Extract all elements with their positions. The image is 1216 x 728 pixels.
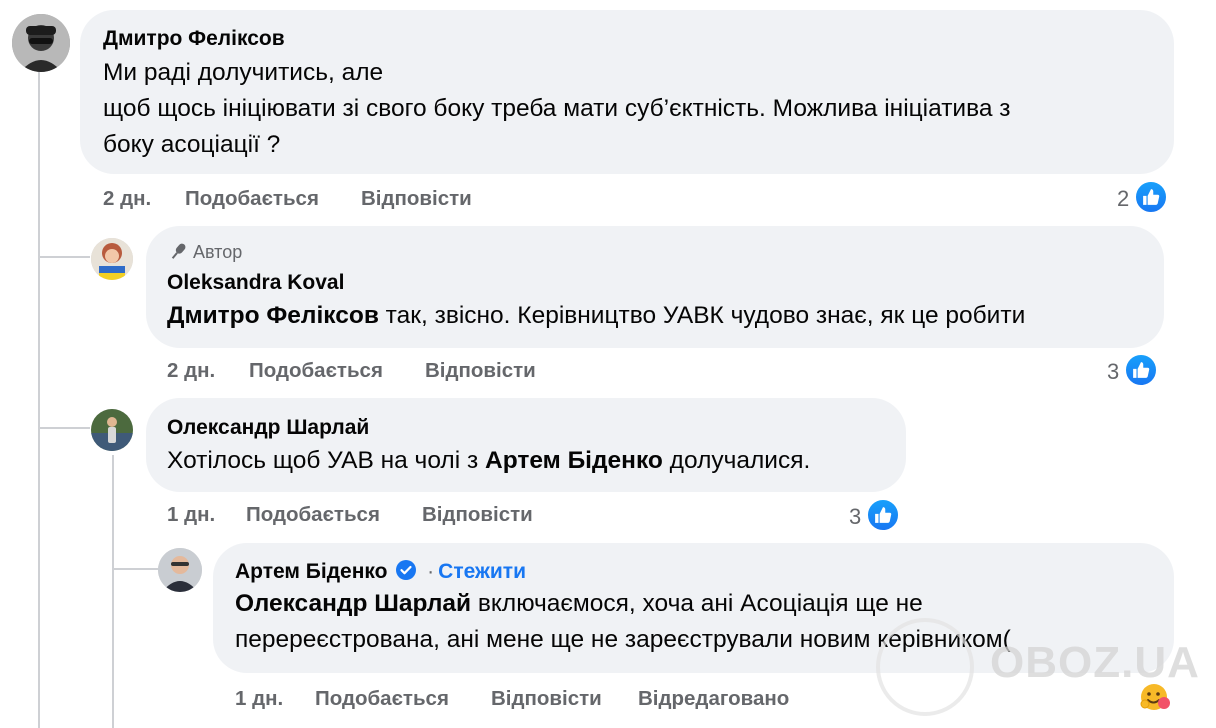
reaction-count[interactable]: 3 [1107, 359, 1119, 385]
like-button[interactable]: Подобається [185, 187, 319, 211]
avatar-dmytro[interactable] [12, 14, 70, 72]
comment-author-row: Артем Біденко · Стежити [235, 559, 526, 584]
thread-connector-reply-2 [38, 427, 90, 429]
like-button[interactable]: Подобається [249, 359, 383, 383]
comment-text: Дмитро Феліксов так, звісно. Керівництво… [167, 298, 1025, 334]
reaction-count[interactable]: 3 [849, 504, 861, 530]
comment-time[interactable]: 1 дн. [235, 687, 283, 711]
mention-link[interactable]: Артем Біденко [485, 447, 663, 474]
thread-line-sub [112, 455, 114, 728]
avatar-oleksandra[interactable] [91, 238, 133, 280]
avatar-artem[interactable] [158, 548, 202, 592]
thread-connector-reply-3 [112, 568, 158, 570]
reply-button[interactable]: Відповісти [422, 503, 533, 527]
like-button[interactable]: Подобається [246, 503, 380, 527]
comment-time[interactable]: 1 дн. [167, 503, 215, 527]
comment-author[interactable]: Олександр Шарлай [167, 416, 369, 440]
comment-text: Олександр Шарлай включаємося, хоча ані А… [235, 586, 923, 622]
comment-text-content: Хотілось щоб УАВ на чолі з [167, 447, 485, 474]
mention-link[interactable]: Олександр Шарлай [235, 590, 471, 617]
like-reaction-icon[interactable] [1124, 353, 1158, 387]
comment-author[interactable]: Артем Біденко [235, 560, 387, 583]
comment-text-line: щоб щось ініціювати зі свого боку треба … [103, 95, 1011, 122]
thread-line-main [38, 72, 40, 728]
comment-author[interactable]: Дмитро Феліксов [103, 27, 285, 51]
like-button[interactable]: Подобається [315, 687, 449, 711]
comment-text-line: Ми раді долучитись, але [103, 59, 384, 86]
comment-actions: 2 дн. Подобається Відповісти [103, 187, 503, 211]
comment-text-content: так, звісно. Керівництво УАВК чудово зна… [378, 302, 1026, 329]
mention-link[interactable]: Дмитро Феліксов [167, 302, 379, 329]
reply-button[interactable]: Відповісти [361, 187, 472, 211]
reaction-count[interactable]: 2 [1117, 186, 1129, 212]
verified-badge-icon [396, 560, 417, 580]
comment-text-content: включаємося, хоча ані Асоціація ще не [471, 590, 923, 617]
microphone-icon [171, 243, 186, 259]
comment-time[interactable]: 2 дн. [103, 187, 151, 211]
comment-text: Хотілось щоб УАВ на чолі з Артем Біденко… [167, 443, 810, 479]
author-badge-label: Автор [193, 242, 243, 262]
comment-actions: 1 дн. Подобається Відповісти [167, 503, 567, 527]
watermark-text: OBOZ.UA [990, 638, 1200, 687]
comment-actions: 1 дн. Подобається Відповісти Відредагова… [235, 687, 855, 711]
thread-connector-reply-1 [38, 256, 90, 258]
reply-button[interactable]: Відповісти [491, 687, 602, 711]
like-reaction-icon[interactable] [1134, 180, 1168, 214]
follow-button[interactable]: Стежити [438, 560, 526, 583]
separator-dot: · [427, 560, 435, 583]
comment-text-content: долучалися. [662, 447, 811, 474]
reply-button[interactable]: Відповісти [425, 359, 536, 383]
like-reaction-icon[interactable] [866, 498, 900, 532]
watermark-logo [876, 618, 974, 716]
comment-time[interactable]: 2 дн. [167, 359, 215, 383]
edited-label[interactable]: Відредаговано [638, 687, 789, 711]
avatar-oleksandr[interactable] [91, 409, 133, 451]
comment-text-line: боку асоціації ? [103, 131, 281, 158]
author-badge: Автор [167, 240, 242, 263]
comment-author[interactable]: Oleksandra Koval [167, 271, 344, 295]
comment-actions: 2 дн. Подобається Відповісти [167, 359, 567, 383]
